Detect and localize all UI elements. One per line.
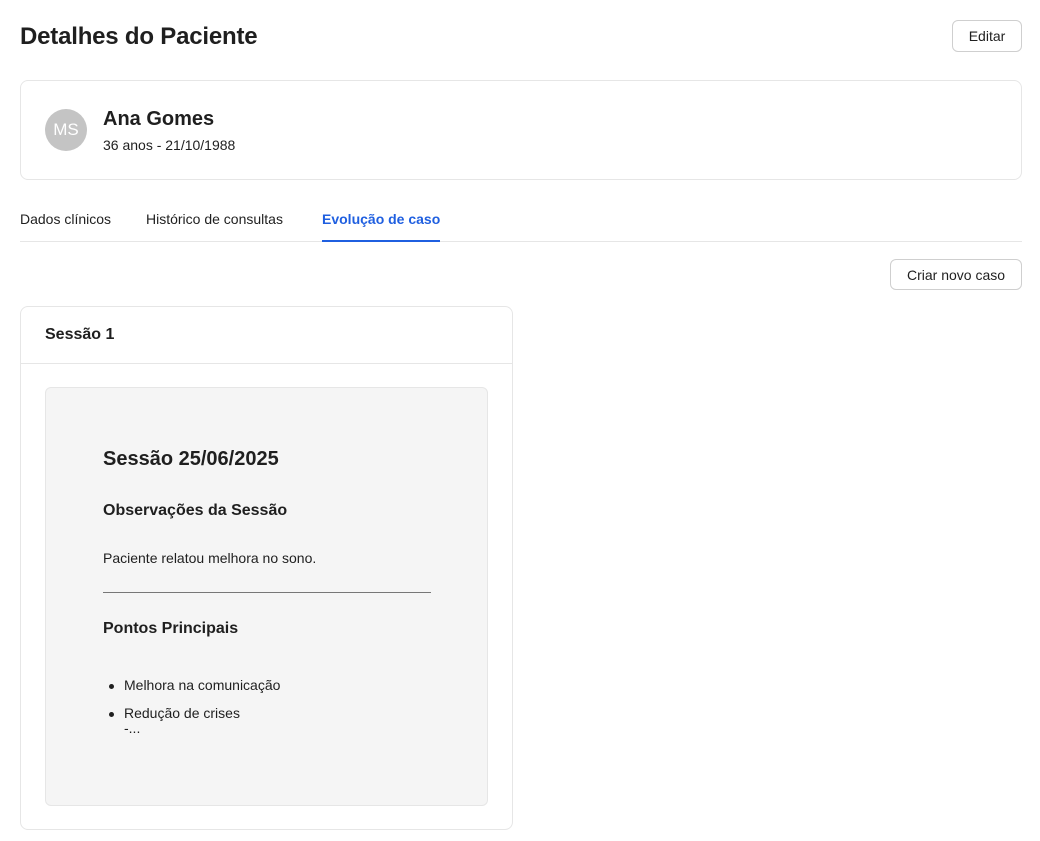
tab-bar: Dados clínicos Histórico de consultas Ev… <box>20 206 1022 242</box>
list-item: Melhora na comunicação <box>103 677 280 705</box>
tab-historico-consultas[interactable]: Histórico de consultas <box>146 211 283 242</box>
edit-button[interactable]: Editar <box>952 20 1022 52</box>
tab-dados-clinicos[interactable]: Dados clínicos <box>20 211 111 242</box>
observations-text: Paciente relatou melhora no sono. <box>103 550 317 566</box>
page-header: Detalhes do Paciente Editar <box>20 20 1022 52</box>
patient-card: MS Ana Gomes 36 anos - 21/10/1988 <box>20 80 1022 180</box>
patient-age-birthdate: 36 anos - 21/10/1988 <box>103 137 236 153</box>
session-card-title: Sessão 1 <box>45 326 115 343</box>
divider <box>103 592 431 593</box>
session-document-title: Sessão 25/06/2025 <box>103 448 279 470</box>
main-points-heading: Pontos Principais <box>103 620 239 637</box>
avatar: MS <box>45 109 87 151</box>
page-title: Detalhes do Paciente <box>20 23 258 50</box>
observations-heading: Observações da Sessão <box>103 502 288 519</box>
patient-name: Ana Gomes <box>103 108 215 130</box>
create-new-case-button[interactable]: Criar novo caso <box>890 259 1022 290</box>
tab-evolucao-caso[interactable]: Evolução de caso <box>322 211 441 242</box>
session-card: Sessão 1 Sessão 25/06/2025 Observações d… <box>20 306 513 830</box>
list-continuation: -... <box>124 720 141 736</box>
session-document: Sessão 25/06/2025 Observações da Sessão … <box>45 387 488 806</box>
session-card-header: Sessão 1 <box>21 307 512 364</box>
